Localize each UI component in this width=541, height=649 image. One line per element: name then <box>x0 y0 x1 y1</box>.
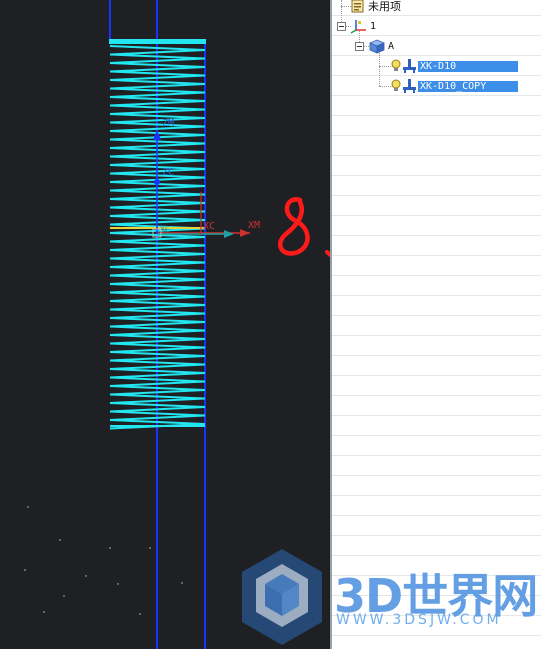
tree-row-background <box>332 316 541 336</box>
tree-node-label: XK-D10 <box>418 60 518 72</box>
site-watermark: 3D世界网 WWW.3DSJW.COM <box>236 546 541 649</box>
lightbulb-status-icon <box>391 79 401 91</box>
tool-holder-icon <box>403 79 416 93</box>
tree-node-label: 1 <box>370 20 377 32</box>
speck-dot <box>149 547 151 549</box>
tree-row-background <box>332 476 541 496</box>
tree-row-background <box>332 176 541 196</box>
collapse-toggle-icon[interactable] <box>355 42 364 51</box>
tree-row-background <box>332 216 541 236</box>
tree-node-body-a[interactable]: A <box>368 37 396 55</box>
speck-dot <box>27 506 29 508</box>
tree-row-background <box>332 196 541 216</box>
axis-label-zc: ZC <box>162 167 174 178</box>
tree-row-background <box>332 136 541 156</box>
tree-row-background <box>332 336 541 356</box>
xc-arrow-head-icon <box>224 230 234 238</box>
tree-row-background <box>332 516 541 536</box>
axis-label-xc: XC <box>203 221 215 232</box>
axis-label-yc: YC <box>160 225 170 234</box>
watermark-url: WWW.3DSJW.COM <box>336 612 502 628</box>
speck-dot <box>181 582 183 584</box>
tree-node-unused-items[interactable]: 未用项 <box>350 0 403 15</box>
axis-label-xm: XM <box>248 220 260 231</box>
cube-body-icon <box>368 39 386 54</box>
speck-dot <box>85 575 87 577</box>
tree-row-background <box>332 396 541 416</box>
tree-row-background <box>332 296 541 316</box>
unused-items-icon <box>351 0 364 13</box>
speck-dot <box>139 613 141 615</box>
tree-node-tool-xk-d10-copy[interactable]: XK-D10_COPY <box>390 77 518 95</box>
tree-row-background <box>332 436 541 456</box>
speck-dot <box>43 611 45 613</box>
tree-row-background <box>332 376 541 396</box>
wcs-axes-icon <box>350 20 366 34</box>
tree-row-background <box>332 116 541 136</box>
speck-dot <box>109 547 111 549</box>
watermark-logo-icon <box>242 549 322 645</box>
axis-label-zm: ZM <box>162 118 174 129</box>
collapse-toggle-icon[interactable] <box>337 22 346 31</box>
tree-row-background <box>332 356 541 376</box>
tree-row-background <box>332 156 541 176</box>
lightbulb-status-icon <box>391 59 401 71</box>
tree-row-background <box>332 416 541 436</box>
speck-dot <box>59 539 61 541</box>
zm-arrow-head-icon <box>153 130 161 140</box>
tree-guide-line <box>379 51 380 86</box>
handwritten-annotation <box>278 197 330 258</box>
tree-row-background <box>332 276 541 296</box>
handwritten-digit-8 <box>278 197 310 256</box>
tree-node-label: A <box>388 40 395 52</box>
coil-top-band <box>109 39 206 44</box>
tree-row-background <box>332 96 541 116</box>
tree-node-tool-xk-d10[interactable]: XK-D10 <box>390 57 518 75</box>
tree-node-wcs-1[interactable]: 1 <box>350 17 378 35</box>
tool-holder-icon <box>403 59 416 73</box>
background-specks <box>24 506 183 615</box>
speck-dot <box>117 583 119 585</box>
tree-row-background <box>332 256 541 276</box>
tree-row-background <box>332 236 541 256</box>
tree-row-background <box>332 456 541 476</box>
tree-row-background <box>332 496 541 516</box>
zc-marker-icon <box>154 179 160 185</box>
speck-dot <box>63 595 65 597</box>
tree-node-label: XK-D10_COPY <box>418 80 518 92</box>
speck-dot <box>24 569 26 571</box>
tree-node-label: 未用项 <box>368 0 401 13</box>
